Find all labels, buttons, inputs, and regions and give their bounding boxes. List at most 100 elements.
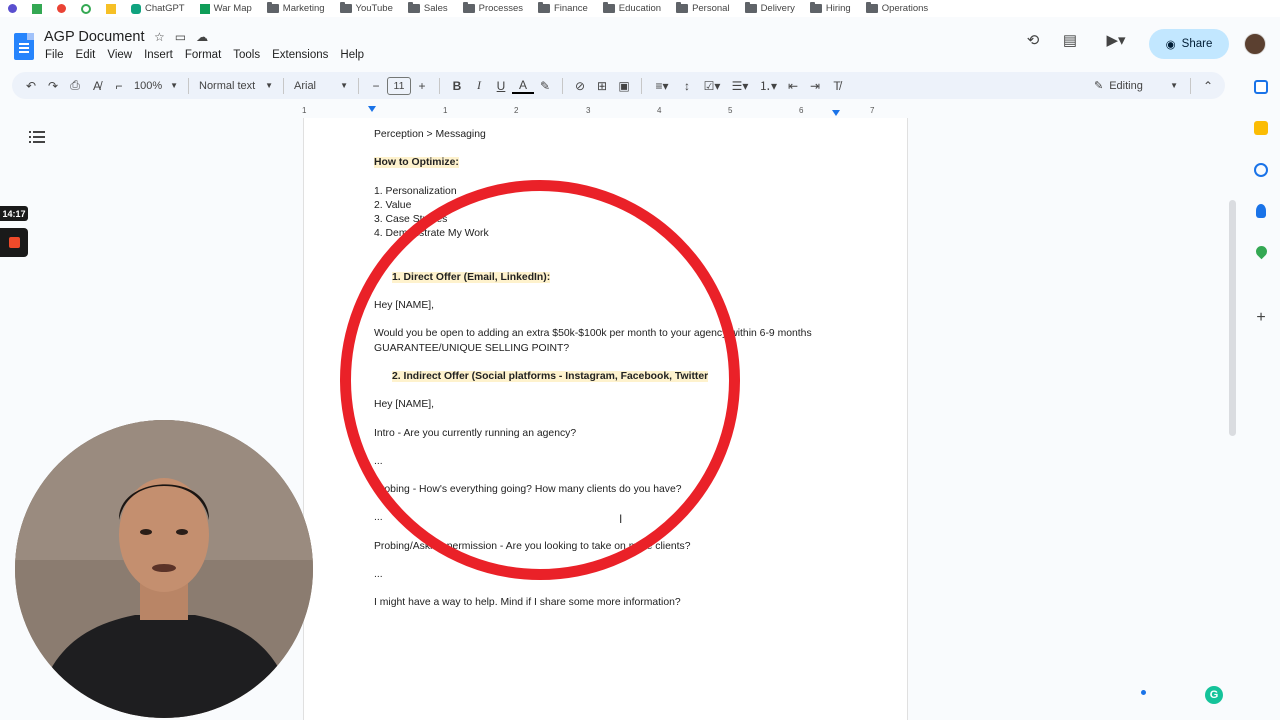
- bookmark-war-map[interactable]: War Map: [199, 3, 252, 14]
- underline-icon[interactable]: U: [490, 75, 512, 97]
- bookmark-icon-3[interactable]: [57, 4, 66, 13]
- add-addon-icon[interactable]: +: [1254, 310, 1268, 326]
- list-item: 1. Personalization: [374, 185, 457, 197]
- hide-menus-icon[interactable]: ⌃: [1197, 75, 1219, 97]
- calendar-icon[interactable]: [1254, 80, 1268, 94]
- highlight-color-icon[interactable]: ✎: [534, 75, 556, 97]
- font-select[interactable]: Arial ▼: [290, 75, 352, 97]
- bookmark-icon-2[interactable]: [32, 3, 42, 14]
- doc-line: ...: [374, 455, 383, 467]
- share-button[interactable]: ◉ Share: [1149, 29, 1229, 59]
- document-outline-icon[interactable]: [29, 130, 45, 144]
- bookmark-personal[interactable]: Personal: [676, 2, 730, 14]
- keep-icon[interactable]: [1254, 121, 1268, 135]
- bookmark-chatgpt[interactable]: ChatGPT: [131, 3, 185, 14]
- line-spacing-icon[interactable]: ↕: [676, 75, 698, 97]
- increase-font-size-icon[interactable]: +: [411, 75, 433, 97]
- bookmark-marketing[interactable]: Marketing: [266, 2, 325, 14]
- checklist-icon[interactable]: ☑▾: [698, 75, 726, 97]
- bulleted-list-icon[interactable]: ☰▾: [726, 75, 754, 97]
- indirect-offer-heading: 2. Indirect Offer (Social platforms - In…: [392, 370, 709, 382]
- doc-line: Hey [NAME],: [374, 399, 435, 411]
- menu-extensions[interactable]: Extensions: [272, 49, 328, 61]
- menu-insert[interactable]: Insert: [144, 49, 173, 61]
- bookmark-youtube[interactable]: YouTube: [339, 2, 393, 14]
- insert-link-icon[interactable]: ⊘: [569, 75, 591, 97]
- print-icon[interactable]: ⎙: [64, 75, 86, 97]
- doc-line: Would you be open to adding an extra $50…: [374, 328, 812, 340]
- doc-line: Probing - How's everything going? How ma…: [374, 484, 682, 496]
- webcam-overlay: [15, 420, 313, 718]
- doc-line: ...: [374, 512, 383, 524]
- bookmark-operations[interactable]: Operations: [865, 2, 928, 14]
- bookmark-education[interactable]: Education: [602, 2, 661, 14]
- increase-indent-icon[interactable]: ⇥: [804, 75, 826, 97]
- folder-icon: [407, 2, 420, 13]
- zoom-select[interactable]: 100% ▼: [130, 75, 182, 97]
- stop-icon: [8, 237, 20, 248]
- contacts-icon[interactable]: [1256, 204, 1266, 218]
- menu-file[interactable]: File: [45, 49, 64, 61]
- font-size-input[interactable]: 11: [387, 76, 411, 95]
- star-icon[interactable]: ☆: [154, 30, 165, 44]
- folder-icon: [339, 2, 352, 13]
- stop-recording-button[interactable]: [0, 228, 28, 257]
- menu-format[interactable]: Format: [185, 49, 221, 61]
- clear-formatting-icon[interactable]: T̸: [826, 75, 848, 97]
- doc-line: I might have a way to help. Mind if I sh…: [374, 597, 681, 609]
- menu-help[interactable]: Help: [340, 49, 364, 61]
- bookmark-icon-1[interactable]: [8, 4, 17, 13]
- globe-icon: ◉: [1165, 39, 1176, 51]
- left-indent-marker[interactable]: [368, 106, 376, 112]
- comments-icon[interactable]: ▤: [1059, 29, 1081, 51]
- bookmark-icon-5[interactable]: [106, 3, 116, 14]
- docs-logo-icon[interactable]: [14, 33, 34, 60]
- version-history-icon[interactable]: ⟲: [1022, 29, 1044, 51]
- folder-icon: [266, 2, 279, 13]
- bookmark-finance[interactable]: Finance: [537, 2, 588, 14]
- list-item: 2. Value: [374, 199, 412, 211]
- undo-icon[interactable]: ↶: [20, 75, 42, 97]
- tasks-icon[interactable]: [1254, 163, 1268, 177]
- avatar[interactable]: [1244, 33, 1266, 55]
- decrease-font-size-icon[interactable]: −: [365, 75, 387, 97]
- bookmark-processes[interactable]: Processes: [462, 2, 523, 14]
- document-title[interactable]: AGP Document: [44, 29, 144, 45]
- bookmark-sales[interactable]: Sales: [407, 2, 448, 14]
- meet-video-icon[interactable]: ▶▾: [1099, 29, 1133, 51]
- grammarly-icon[interactable]: G: [1205, 686, 1223, 704]
- menu-view[interactable]: View: [107, 49, 132, 61]
- text-color-icon[interactable]: A: [512, 78, 534, 94]
- scrollbar[interactable]: [1229, 200, 1236, 436]
- style-select[interactable]: Normal text ▼: [195, 75, 277, 97]
- italic-icon[interactable]: I: [468, 75, 490, 97]
- bold-icon[interactable]: B: [446, 75, 468, 97]
- right-indent-marker[interactable]: [832, 110, 840, 116]
- sheets-icon: [199, 3, 210, 14]
- recording-timer: 14:17: [0, 206, 28, 221]
- add-comment-icon[interactable]: ⊞: [591, 75, 613, 97]
- insert-image-icon[interactable]: ▣: [613, 75, 635, 97]
- bookmark-hiring[interactable]: Hiring: [809, 2, 851, 14]
- document-body[interactable]: Perception > Messaging How to Optimize: …: [374, 128, 894, 611]
- cloud-status-icon[interactable]: ☁: [196, 30, 208, 44]
- numbered-list-icon[interactable]: ⒈▾: [754, 75, 782, 97]
- how-to-optimize-heading: How to Optimize:: [374, 157, 459, 169]
- menu-bar: File Edit View Insert Format Tools Exten…: [45, 49, 364, 61]
- paint-format-icon[interactable]: ⌐: [108, 75, 130, 97]
- bookmark-icon-4[interactable]: [81, 3, 91, 14]
- bookmark-delivery[interactable]: Delivery: [744, 2, 795, 14]
- formatting-toolbar: ↶ ↷ ⎙ A̸ ⌐ 100% ▼ Normal text ▼ Arial ▼ − 1…: [12, 72, 1225, 99]
- chevron-down-icon: ▼: [170, 81, 178, 90]
- spellcheck-icon[interactable]: A̸: [86, 75, 108, 97]
- folder-icon: [744, 2, 757, 13]
- menu-tools[interactable]: Tools: [233, 49, 260, 61]
- menu-edit[interactable]: Edit: [76, 49, 96, 61]
- move-folder-icon[interactable]: ▭: [175, 30, 186, 44]
- docs-header: AGP Document ☆ ▭ ☁ File Edit View Insert…: [0, 17, 1266, 69]
- decrease-indent-icon[interactable]: ⇤: [782, 75, 804, 97]
- redo-icon[interactable]: ↷: [42, 75, 64, 97]
- presenter-video: [15, 420, 313, 718]
- align-icon[interactable]: ≡▾: [648, 75, 676, 97]
- editing-mode-select[interactable]: ✎ Editing ▼: [1088, 75, 1184, 97]
